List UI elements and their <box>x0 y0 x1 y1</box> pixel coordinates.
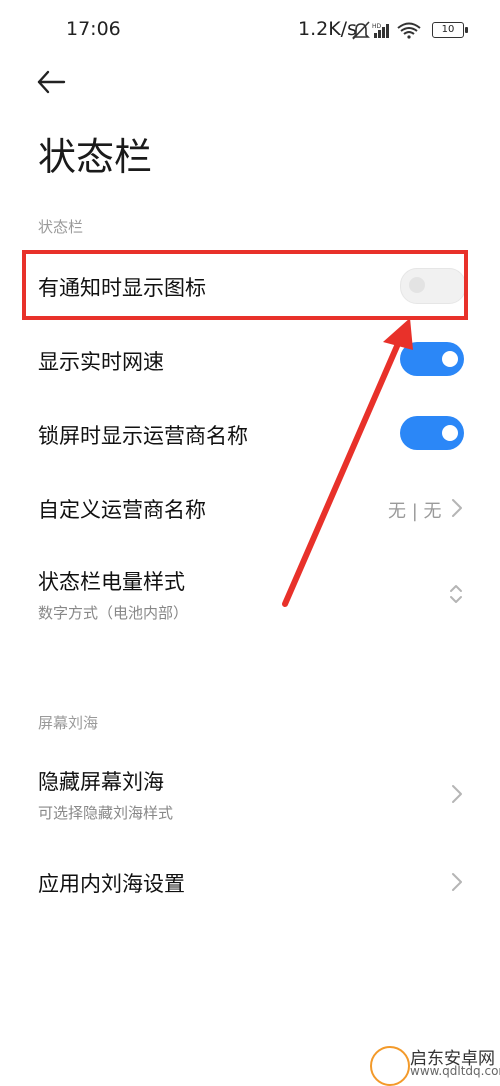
row-show-carrier-on-lock[interactable]: 锁屏时显示运营商名称 <box>0 398 500 468</box>
row-label: 显示实时网速 <box>38 350 164 374</box>
back-arrow-icon[interactable] <box>34 66 70 98</box>
row-label: 隐藏屏幕刘海 <box>38 770 164 794</box>
signal-icon: HD <box>372 23 389 38</box>
toggle-show-realtime-speed[interactable] <box>400 342 464 376</box>
chevron-right-icon <box>452 499 462 517</box>
row-value: 无 | 无 <box>388 501 442 522</box>
toggle-show-carrier-on-lock[interactable] <box>400 416 464 450</box>
mute-bell-icon <box>352 21 370 40</box>
status-time: 17:06 <box>66 18 121 40</box>
row-label: 自定义运营商名称 <box>38 498 206 522</box>
status-icons: HD <box>352 21 421 40</box>
chevron-right-icon <box>452 873 462 891</box>
chevron-up-down-icon <box>450 585 462 603</box>
row-label: 应用内刘海设置 <box>38 872 185 896</box>
row-label: 状态栏电量样式 <box>38 570 185 594</box>
row-show-realtime-speed[interactable]: 显示实时网速 <box>0 324 500 394</box>
section-header-status-bar: 状态栏 <box>38 218 84 236</box>
section-header-notch: 屏幕刘海 <box>38 714 99 732</box>
battery-level: 10 <box>441 24 455 35</box>
battery-icon: 10 <box>432 22 468 38</box>
row-battery-style[interactable]: 状态栏电量样式 数字方式（电池内部） <box>0 550 500 640</box>
network-speed: 1.2K/s <box>298 18 357 40</box>
row-custom-carrier-name[interactable]: 自定义运营商名称 无 | 无 <box>0 472 500 542</box>
svg-text:HD: HD <box>372 23 382 30</box>
wifi-icon <box>397 22 421 39</box>
row-label: 锁屏时显示运营商名称 <box>38 424 248 448</box>
row-subtitle: 可选择隐藏刘海样式 <box>38 804 174 822</box>
watermark-logo-icon <box>370 1046 410 1086</box>
status-bar: 17:06 1.2K/s HD 10 <box>0 0 500 60</box>
row-subtitle: 数字方式（电池内部） <box>38 604 189 622</box>
page-title: 状态栏 <box>38 135 153 179</box>
highlight-box <box>22 250 468 320</box>
row-app-notch-settings[interactable]: 应用内刘海设置 <box>0 846 500 916</box>
watermark-url: www.qdltdq.com <box>410 1064 500 1078</box>
chevron-right-icon <box>452 785 462 803</box>
row-hide-notch[interactable]: 隐藏屏幕刘海 可选择隐藏刘海样式 <box>0 750 500 840</box>
